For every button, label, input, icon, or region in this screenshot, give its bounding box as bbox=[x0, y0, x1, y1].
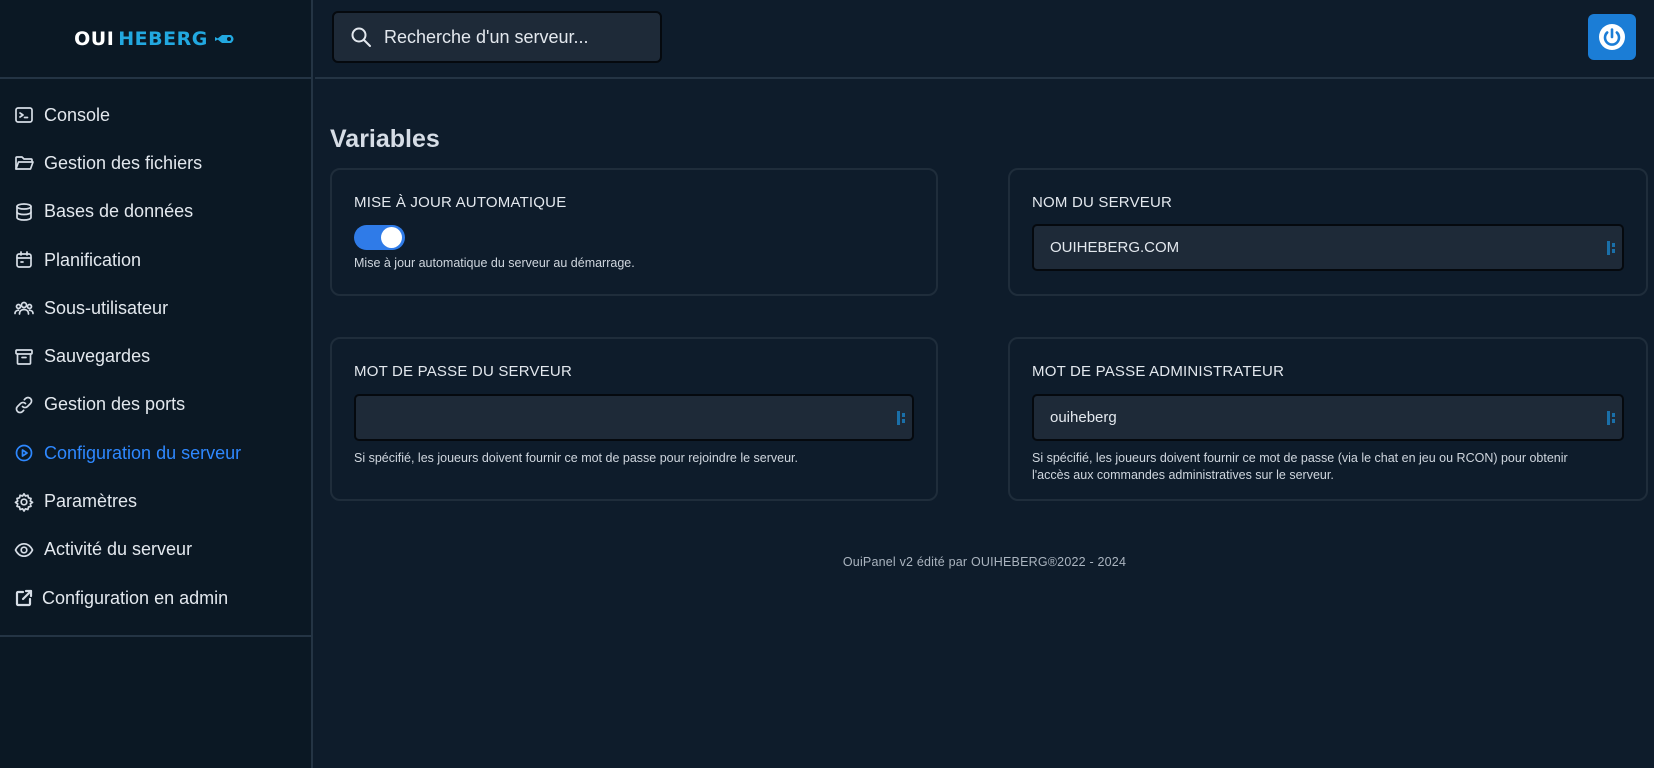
server-password-description: Si spécifié, les joueurs doivent fournir… bbox=[354, 451, 798, 465]
gear-icon bbox=[14, 492, 34, 512]
external-link-icon bbox=[14, 588, 34, 608]
terminal-icon bbox=[14, 105, 34, 125]
power-icon bbox=[1599, 24, 1625, 50]
server-name-field[interactable]: OUIHEBERG.COM bbox=[1032, 224, 1624, 271]
sidebar-item-label: Gestion des ports bbox=[44, 394, 186, 415]
logo-text-heberg: HEBERG bbox=[118, 27, 208, 50]
link-icon bbox=[14, 395, 34, 415]
auto-update-description: Mise à jour automatique du serveur au dé… bbox=[354, 256, 635, 270]
password-manager-icon[interactable] bbox=[1606, 240, 1618, 256]
admin-password-label: MOT DE PASSE ADMINISTRATEUR bbox=[1032, 363, 1285, 380]
sidebar-item-activity[interactable]: Activité du serveur bbox=[0, 526, 311, 574]
sidebar-item-backups[interactable]: Sauvegardes bbox=[0, 332, 311, 380]
server-name-card: NOM DU SERVEUR OUIHEBERG.COM bbox=[1008, 168, 1648, 296]
sidebar-item-label: Paramètres bbox=[44, 491, 138, 512]
brand-logo[interactable]: OUI HEBERG bbox=[0, 0, 311, 79]
sidebar-item-databases[interactable]: Bases de données bbox=[0, 188, 311, 236]
search-icon bbox=[351, 27, 371, 47]
admin-password-description-line: Si spécifié, les joueurs doivent fournir… bbox=[1032, 451, 1568, 465]
sidebar-item-admin-config[interactable]: Configuration en admin bbox=[0, 574, 311, 622]
search-input[interactable]: Recherche d'un serveur... bbox=[332, 11, 662, 63]
page-title: Variables bbox=[330, 125, 440, 153]
sidebar-item-label: Bases de données bbox=[44, 201, 194, 222]
server-password-field[interactable] bbox=[354, 394, 914, 441]
sidebar-item-label: Console bbox=[44, 104, 111, 125]
search-placeholder: Recherche d'un serveur... bbox=[384, 26, 589, 47]
users-icon bbox=[14, 298, 34, 318]
sidebar: OUI HEBERG Console Gestion des fichiers B… bbox=[0, 0, 313, 768]
archive-icon bbox=[14, 347, 34, 367]
admin-password-value: ouiheberg bbox=[1050, 409, 1117, 426]
power-button[interactable] bbox=[1588, 14, 1636, 60]
server-password-label: MOT DE PASSE DU SERVEUR bbox=[354, 363, 572, 380]
play-circle-icon bbox=[14, 443, 34, 463]
sidebar-item-schedule[interactable]: Planification bbox=[0, 236, 311, 284]
sidebar-nav: Console Gestion des fichiers Bases de do… bbox=[0, 79, 311, 637]
password-manager-icon[interactable] bbox=[896, 410, 908, 426]
sidebar-item-label: Sous-utilisateur bbox=[44, 297, 169, 318]
server-password-card: MOT DE PASSE DU SERVEUR Si spécifié, les… bbox=[330, 337, 938, 501]
toggle-knob bbox=[381, 227, 402, 248]
auto-update-toggle[interactable] bbox=[354, 225, 405, 250]
logo-text-oui: OUI bbox=[74, 27, 115, 50]
password-manager-icon[interactable] bbox=[1606, 410, 1618, 426]
database-icon bbox=[14, 202, 34, 222]
calendar-icon bbox=[14, 250, 34, 270]
sidebar-item-subusers[interactable]: Sous-utilisateur bbox=[0, 284, 311, 332]
sidebar-item-ports[interactable]: Gestion des ports bbox=[0, 381, 311, 429]
sidebar-item-console[interactable]: Console bbox=[0, 91, 311, 139]
sidebar-item-files[interactable]: Gestion des fichiers bbox=[0, 139, 311, 187]
rocket-icon bbox=[214, 32, 237, 46]
eye-icon bbox=[14, 540, 34, 560]
auto-update-label: MISE À JOUR AUTOMATIQUE bbox=[354, 194, 567, 211]
top-bar: Recherche d'un serveur... bbox=[315, 0, 1654, 79]
admin-password-description-line: l'accès aux commandes administratives su… bbox=[1032, 468, 1334, 482]
admin-password-description: Si spécifié, les joueurs doivent fournir… bbox=[1032, 450, 1628, 484]
main-content: Variables MISE À JOUR AUTOMATIQUE Mise à… bbox=[315, 79, 1654, 768]
sidebar-item-label: Gestion des fichiers bbox=[44, 152, 203, 173]
sidebar-item-settings[interactable]: Paramètres bbox=[0, 477, 311, 525]
admin-password-field[interactable]: ouiheberg bbox=[1032, 394, 1624, 441]
sidebar-item-label: Activité du serveur bbox=[44, 539, 193, 560]
sidebar-item-label: Configuration du serveur bbox=[44, 442, 242, 463]
sidebar-item-server-config[interactable]: Configuration du serveur bbox=[0, 429, 311, 477]
folder-icon bbox=[14, 153, 34, 173]
server-name-value: OUIHEBERG.COM bbox=[1050, 239, 1180, 256]
sidebar-item-label: Sauvegardes bbox=[44, 346, 151, 367]
server-name-label: NOM DU SERVEUR bbox=[1032, 194, 1173, 211]
admin-password-card: MOT DE PASSE ADMINISTRATEUR ouiheberg Si… bbox=[1008, 337, 1648, 501]
sidebar-item-label: Planification bbox=[44, 249, 142, 270]
sidebar-item-label: Configuration en admin bbox=[42, 587, 229, 608]
footer-text: OuiPanel v2 édité par OUIHEBERG®2022 - 2… bbox=[842, 555, 1127, 569]
auto-update-card: MISE À JOUR AUTOMATIQUE Mise à jour auto… bbox=[330, 168, 938, 296]
